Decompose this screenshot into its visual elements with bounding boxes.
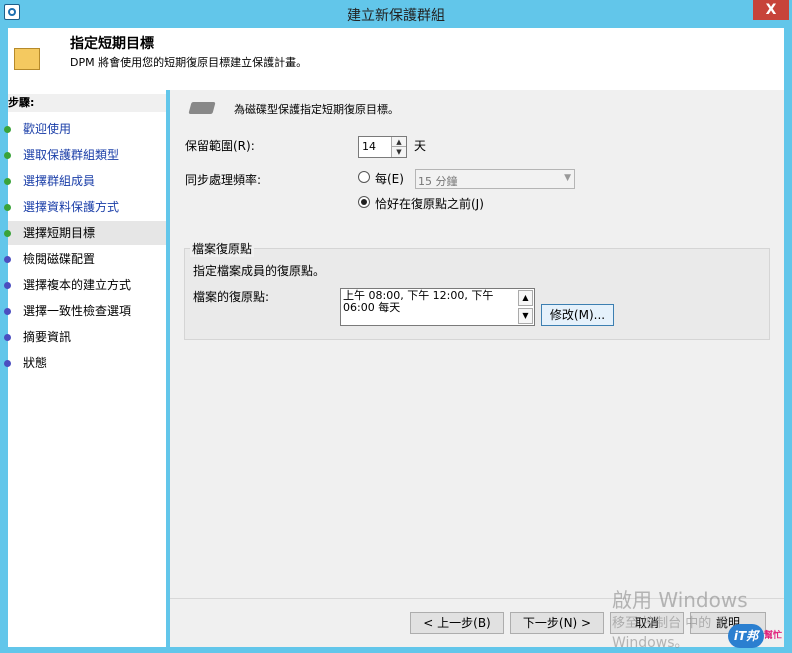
- scroll-down-icon[interactable]: ▼: [518, 308, 533, 324]
- status-dot-icon: [4, 256, 11, 263]
- step-summary: 摘要資訊: [4, 325, 166, 349]
- retention-unit: 天: [414, 139, 427, 153]
- status-dot-icon: [4, 152, 11, 159]
- steps-panel: 步驟: 歡迎使用 選取保護群組類型 選擇群組成員 選擇資料保護方式 選擇短期目標…: [4, 90, 166, 647]
- wizard-header: 指定短期目標 DPM 將會使用您的短期復原目標建立保護計畫。: [8, 28, 784, 90]
- sync-interval-select[interactable]: 15 分鐘 ▼: [415, 169, 575, 189]
- wizard-window: 建立新保護群組 X 指定短期目標 DPM 將會使用您的短期復原目標建立保護計畫。…: [0, 0, 792, 653]
- file-recovery-label: 檔案的復原點:: [193, 290, 270, 304]
- step-select-type[interactable]: 選取保護群組類型: [4, 143, 166, 167]
- status-dot-icon: [4, 308, 11, 315]
- chevron-down-icon[interactable]: ▼: [391, 146, 406, 157]
- back-button[interactable]: < 上一步(B): [410, 612, 504, 634]
- step-replica-creation: 選擇複本的建立方式: [4, 273, 166, 297]
- sync-every-label[interactable]: 每(E): [375, 170, 404, 187]
- title-bar: 建立新保護群組 X: [0, 0, 792, 28]
- scroll-up-icon[interactable]: ▲: [518, 290, 533, 306]
- chevron-down-icon: ▼: [564, 173, 571, 183]
- sync-every-radio[interactable]: [358, 171, 370, 183]
- sync-label: 同步處理頻率:: [185, 173, 262, 187]
- folder-icon: [10, 44, 40, 70]
- status-dot-icon: [4, 230, 11, 237]
- activation-watermark-title: 啟用 Windows: [612, 588, 748, 612]
- next-button[interactable]: 下一步(N) >: [510, 612, 604, 634]
- page-subtitle: DPM 將會使用您的短期復原目標建立保護計畫。: [70, 56, 308, 69]
- retention-label: 保留範圍(R):: [185, 139, 255, 153]
- main-panel: 為磁碟型保護指定短期復原目標。 保留範圍(R): 14 ▲ ▼ 天 同步處理頻率…: [170, 90, 784, 647]
- logo-caption: 幫忙: [764, 631, 783, 641]
- status-dot-icon: [4, 334, 11, 341]
- recovery-points-value: 上午 08:00, 下午 12:00, 下午 06:00 每天: [343, 289, 494, 314]
- step-welcome[interactable]: 歡迎使用: [4, 117, 166, 141]
- status-dot-icon: [4, 126, 11, 133]
- modify-button[interactable]: 修改(M)...: [541, 304, 614, 326]
- logo-badge: iT邦: [728, 624, 764, 648]
- status-dot-icon: [4, 204, 11, 211]
- status-dot-icon: [4, 360, 11, 367]
- activation-watermark-text-2: Windows。: [612, 635, 689, 651]
- step-review-disk: 檢閱磁碟配置: [4, 247, 166, 271]
- retention-value[interactable]: 14: [362, 140, 376, 153]
- file-recovery-description: 指定檔案成員的復原點。: [193, 264, 326, 278]
- disk-caption: 為磁碟型保護指定短期復原目標。: [234, 103, 399, 116]
- close-button[interactable]: X: [753, 0, 789, 20]
- sync-interval-value: 15 分鐘: [418, 175, 458, 188]
- window-title: 建立新保護群組: [347, 8, 445, 24]
- activation-watermark-text: 移至 控制台 中的 系: [612, 616, 729, 631]
- status-dot-icon: [4, 282, 11, 289]
- status-dot-icon: [4, 178, 11, 185]
- step-select-members[interactable]: 選擇群組成員: [4, 169, 166, 193]
- recovery-points-field[interactable]: 上午 08:00, 下午 12:00, 下午 06:00 每天 ▲ ▼: [340, 288, 535, 326]
- step-short-term-goals[interactable]: 選擇短期目標: [4, 221, 166, 245]
- disk-icon: [188, 102, 216, 114]
- sync-before-rp-radio[interactable]: [358, 196, 370, 208]
- page-title: 指定短期目標: [70, 36, 154, 52]
- sync-before-rp-label[interactable]: 恰好在復原點之前(J): [375, 195, 484, 212]
- steps-heading: 步驟:: [8, 94, 166, 112]
- file-recovery-group-title: 檔案復原點: [190, 240, 255, 257]
- step-consistency-check: 選擇一致性檢查選項: [4, 299, 166, 323]
- step-protection-method[interactable]: 選擇資料保護方式: [4, 195, 166, 219]
- retention-stepper[interactable]: 14 ▲ ▼: [358, 136, 407, 158]
- ithome-logo: iT邦 幫忙: [728, 622, 786, 650]
- step-status: 狀態: [4, 351, 166, 375]
